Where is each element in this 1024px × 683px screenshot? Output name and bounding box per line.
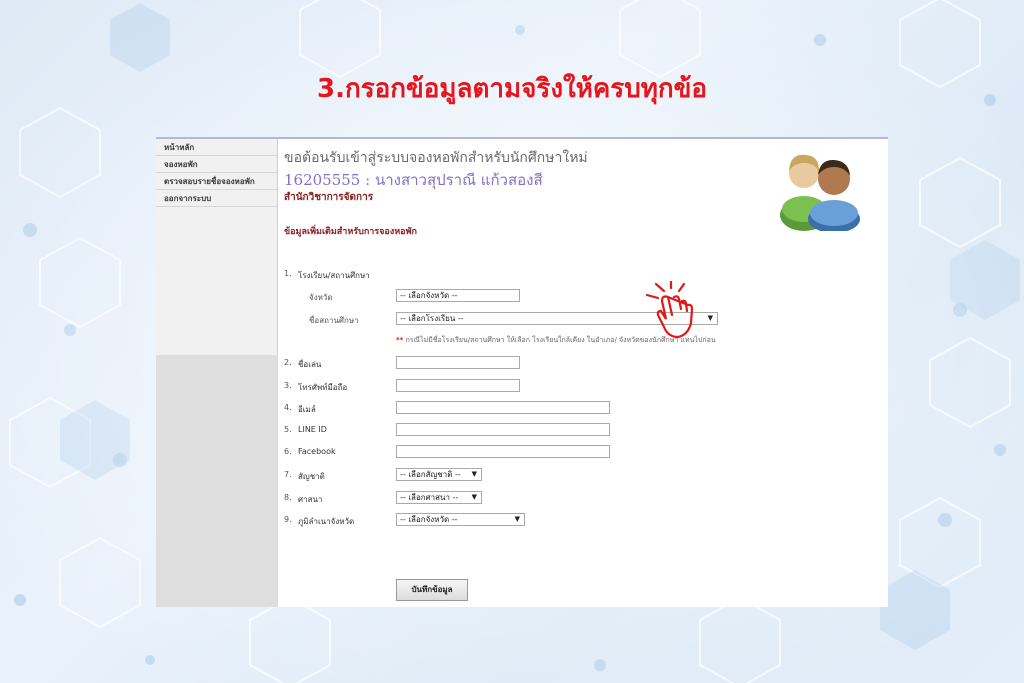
- school-province-value: -- เลือกจังหวัด --: [400, 291, 458, 300]
- email-input[interactable]: [396, 401, 610, 414]
- save-button[interactable]: บันทึกข้อมูล: [396, 579, 468, 601]
- chevron-down-icon: ▼: [471, 493, 477, 501]
- facebook-input[interactable]: [396, 445, 610, 458]
- main-content: ขอต้อนรับเข้าสู่ระบบจองหอพักสำหรับนักศึก…: [284, 139, 888, 607]
- chevron-down-icon: ▼: [514, 515, 520, 523]
- sidebar-menu: หน้าหลัก จองหอพัก ตรวจสอบรายชื่อจองหอพัก…: [156, 139, 278, 355]
- school-name-label: ชื่อสถานศึกษา: [309, 316, 359, 325]
- religion-select-value: -- เลือกศาสนา --: [400, 493, 459, 502]
- note-marker: **: [396, 336, 404, 344]
- users-icon: [780, 154, 860, 231]
- section-title: ข้อมูลเพิ่มเติมสำหรับการจองหอพัก: [284, 227, 417, 237]
- line-id-input[interactable]: [396, 423, 610, 436]
- facebook-label: Facebook: [298, 447, 336, 456]
- welcome-text: ขอต้อนรับเข้าสู่ระบบจองหอพักสำหรับนักศึก…: [284, 150, 588, 166]
- sidebar-item-book-dorm[interactable]: จองหอพัก: [156, 156, 277, 173]
- religion-select[interactable]: -- เลือกศาสนา -- ▼: [396, 491, 482, 504]
- chevron-down-icon: ▼: [707, 314, 713, 322]
- sidebar-item-check-list[interactable]: ตรวจสอบรายชื่อจองหอพัก: [156, 173, 277, 190]
- email-label: อีเมล์: [298, 405, 316, 414]
- sidebar-item-home[interactable]: หน้าหลัก: [156, 139, 277, 156]
- mobile-label: โทรศัพท์มือถือ: [298, 383, 348, 392]
- row-number: 7.: [284, 470, 292, 479]
- hometown-select-value: -- เลือกจังหวัด --: [400, 515, 458, 524]
- nationality-select-value: -- เลือกสัญชาติ --: [400, 470, 461, 479]
- office-name: สำนักวิชาการจัดการ: [284, 192, 374, 203]
- nationality-select[interactable]: -- เลือกสัญชาติ -- ▼: [396, 468, 482, 481]
- row-number: 2.: [284, 358, 292, 367]
- sidebar-item-logout[interactable]: ออกจากระบบ: [156, 190, 277, 207]
- nickname-input[interactable]: [396, 356, 520, 369]
- row-number: 8.: [284, 493, 292, 502]
- row-number: 3.: [284, 381, 292, 390]
- sidebar: หน้าหลัก จองหอพัก ตรวจสอบรายชื่อจองหอพัก…: [156, 139, 278, 607]
- province-label: จังหวัด: [309, 293, 333, 302]
- slide-title: 3.กรอกข้อมูลตามจริงให้ครบทุกข้อ: [317, 74, 707, 104]
- chevron-down-icon: ▼: [471, 470, 477, 478]
- nationality-label: สัญชาติ: [298, 472, 325, 481]
- religion-label: ศาสนา: [298, 495, 323, 504]
- school-label: โรงเรียน/สถานศึกษา: [298, 271, 370, 280]
- row-number: 1.: [284, 269, 292, 278]
- mobile-input[interactable]: [396, 379, 520, 392]
- school-select-value: -- เลือกโรงเรียน --: [400, 314, 464, 323]
- booking-page: หน้าหลัก จองหอพัก ตรวจสอบรายชื่อจองหอพัก…: [156, 137, 888, 607]
- school-province-select[interactable]: -- เลือกจังหวัด --: [396, 289, 520, 302]
- line-id-label: LINE ID: [298, 425, 327, 434]
- nickname-label: ชื่อเล่น: [298, 360, 322, 369]
- hometown-label: ภูมิลำเนาจังหวัด: [298, 517, 355, 526]
- row-number: 9.: [284, 515, 292, 524]
- row-number: 6.: [284, 447, 292, 456]
- row-number: 5.: [284, 425, 292, 434]
- hometown-select[interactable]: -- เลือกจังหวัด -- ▼: [396, 513, 525, 526]
- row-number: 4.: [284, 403, 292, 412]
- hand-pointer-icon: [645, 281, 694, 339]
- student-name: 16205555 : นางสาวสุปราณี แก้วสองสี: [284, 171, 543, 189]
